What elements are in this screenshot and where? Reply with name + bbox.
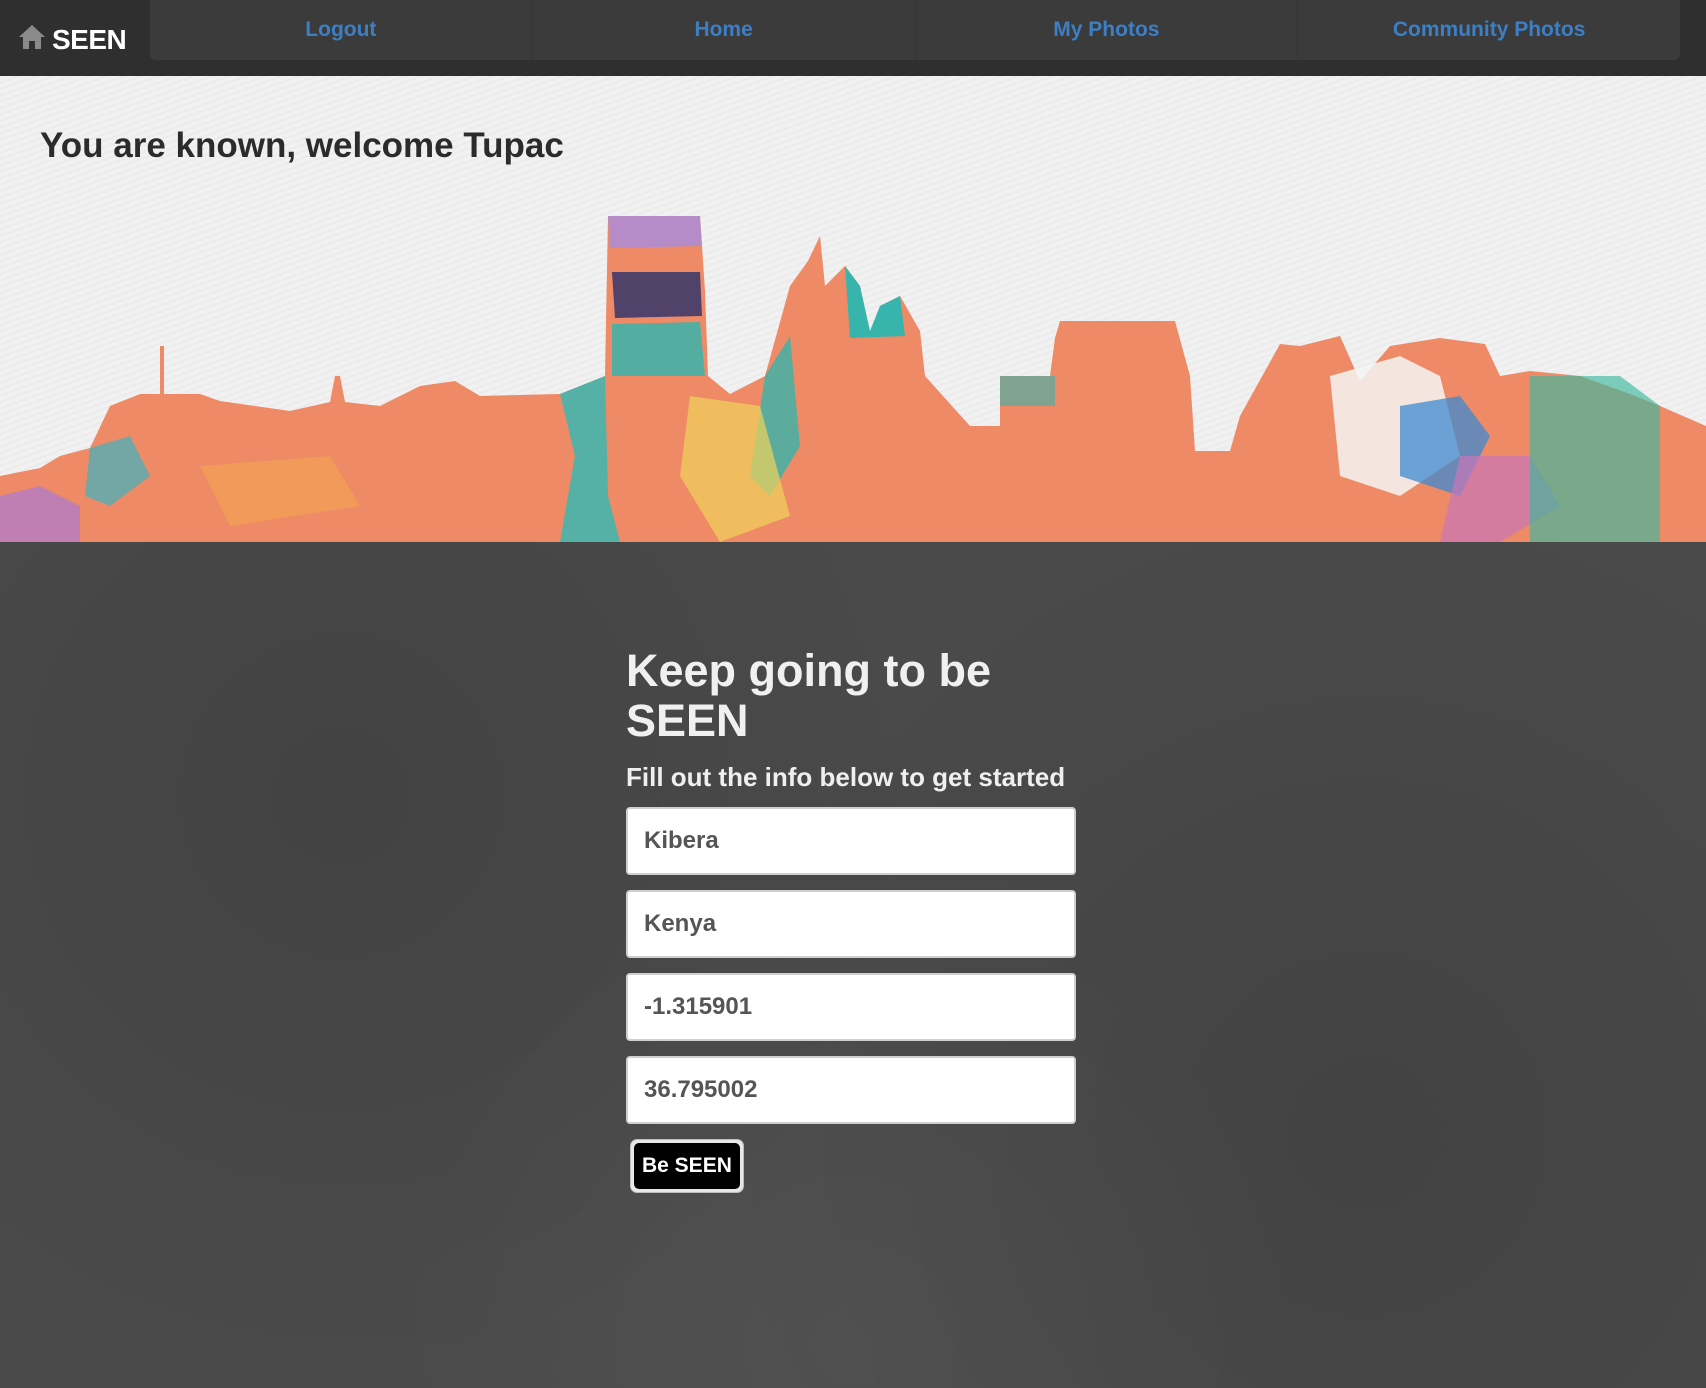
home-icon: [18, 23, 52, 58]
main-content: Keep going to be SEEN Fill out the info …: [0, 542, 1706, 1388]
city-input[interactable]: [626, 807, 1076, 875]
nav-my-photos[interactable]: My Photos: [916, 0, 1299, 60]
latitude-input[interactable]: [626, 973, 1076, 1041]
welcome-heading: You are known, welcome Tupac: [40, 126, 564, 165]
longitude-input[interactable]: [626, 1056, 1076, 1124]
submit-button-frame: Be SEEN: [630, 1139, 744, 1193]
hero-banner: You are known, welcome Tupac: [0, 76, 1706, 542]
location-form: Keep going to be SEEN Fill out the info …: [626, 646, 1076, 1193]
brand-link[interactable]: SEEN: [18, 22, 127, 58]
nav-community-photos[interactable]: Community Photos: [1298, 0, 1680, 60]
country-input[interactable]: [626, 890, 1076, 958]
nav-logout[interactable]: Logout: [150, 0, 533, 60]
nav-links: Logout Home My Photos Community Photos: [150, 0, 1680, 60]
form-subtitle: Fill out the info below to get started: [626, 762, 1066, 792]
form-title: Keep going to be SEEN: [626, 645, 991, 746]
navbar: SEEN Logout Home My Photos Community Pho…: [0, 0, 1706, 77]
be-seen-button[interactable]: Be SEEN: [634, 1143, 740, 1189]
nav-home[interactable]: Home: [533, 0, 916, 60]
brand-name: SEEN: [52, 24, 127, 55]
